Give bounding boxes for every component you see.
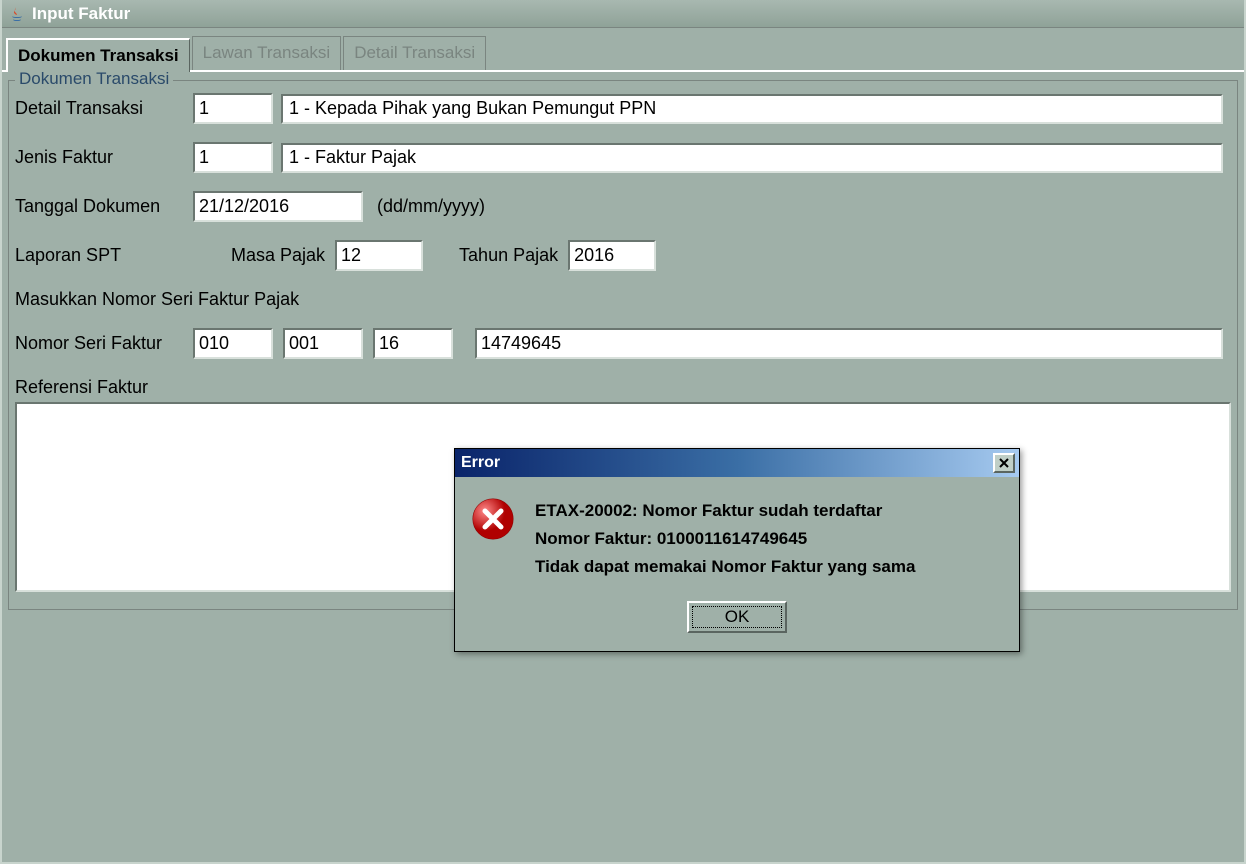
input-faktur-window: Input Faktur Dokumen Transaksi Lawan Tra… bbox=[0, 0, 1246, 864]
row-referensi-label: Referensi Faktur bbox=[15, 377, 1231, 398]
label-date-format: (dd/mm/yyyy) bbox=[377, 196, 485, 217]
error-icon bbox=[471, 497, 515, 541]
label-jenis-faktur: Jenis Faktur bbox=[15, 147, 187, 168]
label-nomor-seri: Nomor Seri Faktur bbox=[15, 333, 187, 354]
titlebar: Input Faktur bbox=[2, 0, 1244, 28]
tab-dokumen-transaksi[interactable]: Dokumen Transaksi bbox=[6, 38, 190, 72]
jenis-faktur-code-input[interactable] bbox=[193, 142, 273, 173]
fieldset-legend: Dokumen Transaksi bbox=[15, 69, 173, 89]
dialog-message: ETAX-20002: Nomor Faktur sudah terdaftar… bbox=[535, 497, 915, 581]
row-tanggal-dokumen: Tanggal Dokumen (dd/mm/yyyy) bbox=[15, 191, 1231, 222]
nsf-part1-input[interactable] bbox=[193, 328, 273, 359]
tabs: Dokumen Transaksi Lawan Transaksi Detail… bbox=[2, 28, 1244, 72]
nsf-part3-input[interactable] bbox=[373, 328, 453, 359]
label-tanggal-dokumen: Tanggal Dokumen bbox=[15, 196, 187, 217]
label-laporan-spt: Laporan SPT bbox=[15, 245, 225, 266]
row-detail-transaksi: Detail Transaksi 1 - Kepada Pihak yang B… bbox=[15, 93, 1231, 124]
row-nomor-seri: Nomor Seri Faktur bbox=[15, 328, 1231, 359]
detail-transaksi-selected: 1 - Kepada Pihak yang Bukan Pemungut PPN bbox=[289, 98, 656, 119]
dialog-body: ETAX-20002: Nomor Faktur sudah terdaftar… bbox=[455, 477, 1019, 591]
dialog-title-text: Error bbox=[461, 454, 500, 472]
window-title: Input Faktur bbox=[32, 4, 130, 24]
nsf-part2-input[interactable] bbox=[283, 328, 363, 359]
label-detail-transaksi: Detail Transaksi bbox=[15, 98, 187, 119]
dialog-titlebar: Error bbox=[455, 449, 1019, 477]
masa-pajak-input[interactable] bbox=[335, 240, 423, 271]
dialog-line2: Nomor Faktur: 0100011614749645 bbox=[535, 525, 915, 553]
detail-transaksi-code-input[interactable] bbox=[193, 93, 273, 124]
dialog-line1: ETAX-20002: Nomor Faktur sudah terdaftar bbox=[535, 497, 915, 525]
close-icon bbox=[998, 457, 1010, 469]
jenis-faktur-selected: 1 - Faktur Pajak bbox=[289, 147, 416, 168]
row-jenis-faktur: Jenis Faktur 1 - Faktur Pajak bbox=[15, 142, 1231, 173]
row-masukkan-nsf: Masukkan Nomor Seri Faktur Pajak bbox=[15, 289, 1231, 310]
dialog-ok-button[interactable]: OK bbox=[687, 601, 787, 633]
nsf-part4-input[interactable] bbox=[475, 328, 1223, 359]
tanggal-dokumen-input[interactable] bbox=[193, 191, 363, 222]
jenis-faktur-select[interactable]: 1 - Faktur Pajak bbox=[281, 143, 1223, 173]
dialog-footer: OK bbox=[455, 591, 1019, 651]
row-laporan-spt: Laporan SPT Masa Pajak Tahun Pajak bbox=[15, 240, 1231, 271]
dialog-line3: Tidak dapat memakai Nomor Faktur yang sa… bbox=[535, 553, 915, 581]
label-tahun-pajak: Tahun Pajak bbox=[459, 245, 558, 266]
dialog-close-button[interactable] bbox=[993, 453, 1015, 473]
tab-lawan-transaksi[interactable]: Lawan Transaksi bbox=[192, 36, 342, 70]
java-icon bbox=[8, 5, 26, 23]
error-dialog: Error ETAX-20002: Nomor Faktur sudah ter… bbox=[454, 448, 1020, 652]
tab-detail-transaksi[interactable]: Detail Transaksi bbox=[343, 36, 486, 70]
label-masukkan-nsf: Masukkan Nomor Seri Faktur Pajak bbox=[15, 289, 299, 310]
detail-transaksi-select[interactable]: 1 - Kepada Pihak yang Bukan Pemungut PPN bbox=[281, 94, 1223, 124]
tahun-pajak-input[interactable] bbox=[568, 240, 656, 271]
label-referensi: Referensi Faktur bbox=[15, 377, 148, 398]
label-masa-pajak: Masa Pajak bbox=[231, 245, 325, 266]
